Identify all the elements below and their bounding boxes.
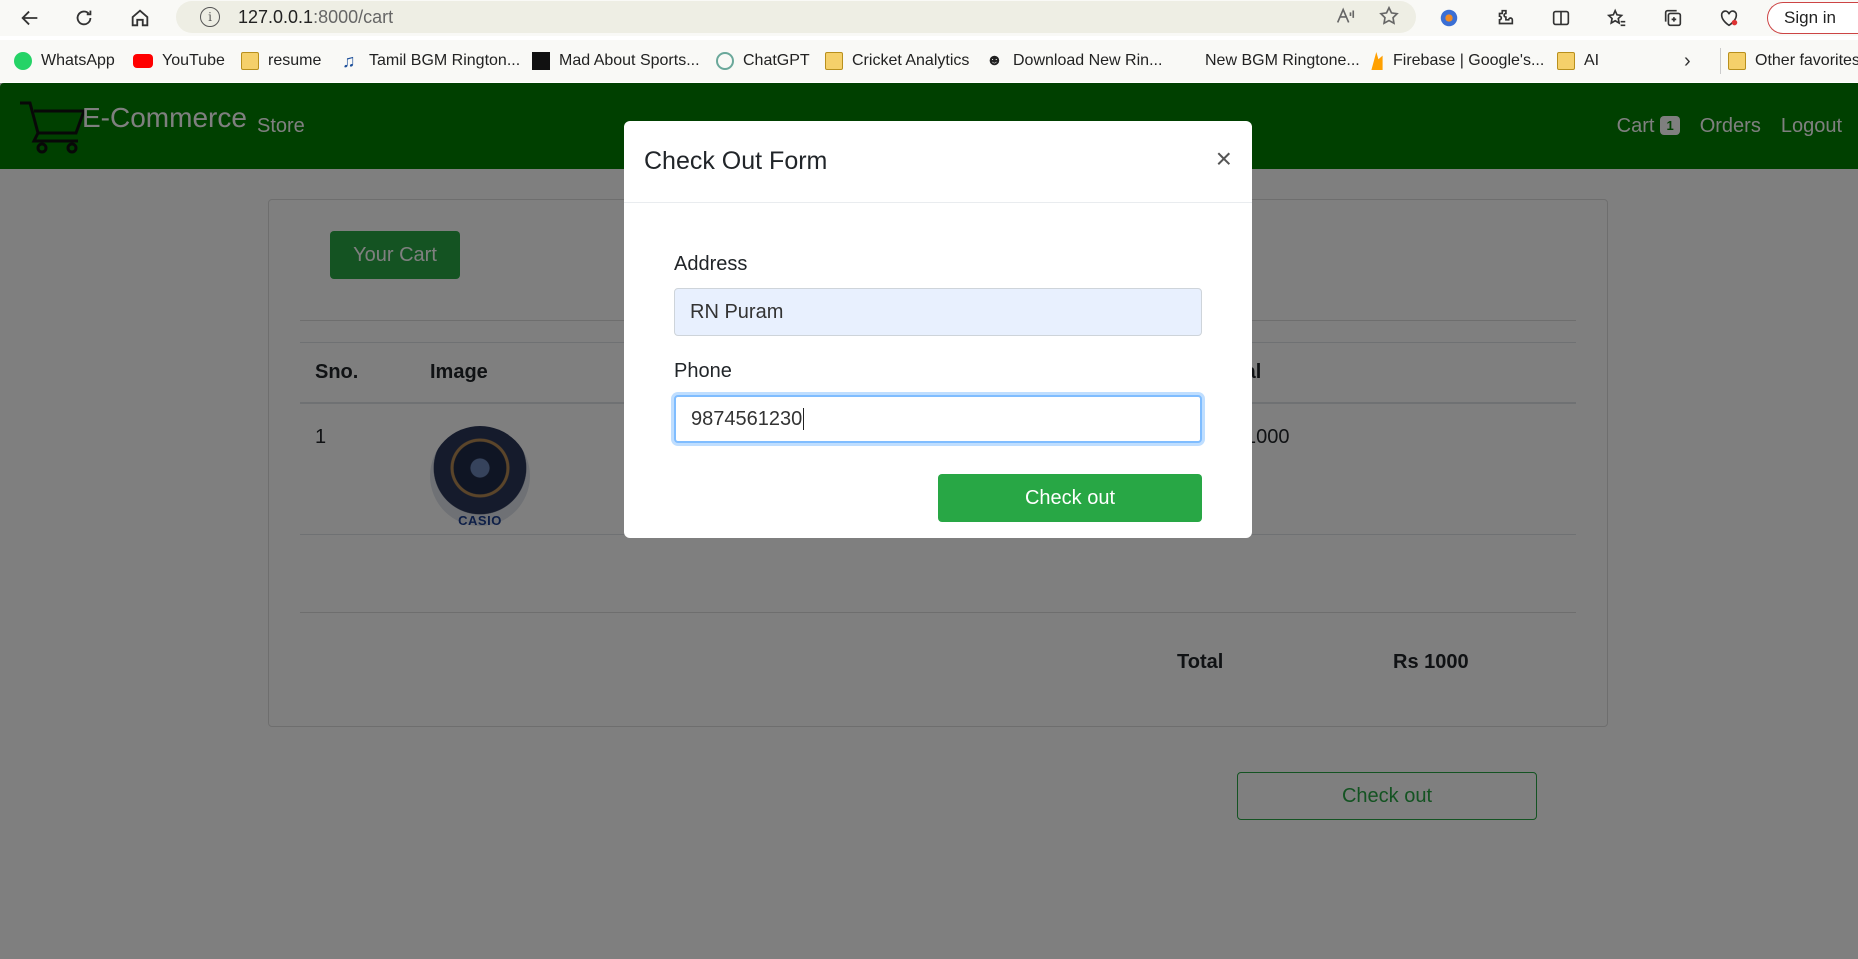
chatgpt-icon — [716, 52, 734, 70]
split-screen-icon[interactable] — [1542, 2, 1580, 34]
home-icon[interactable] — [120, 1, 160, 35]
modal-title: Check Out Form — [644, 147, 828, 175]
bookmark-cricket-analytics[interactable]: Cricket Analytics — [825, 46, 969, 76]
bookmark-new-bgm[interactable]: New BGM Ringtone... — [1178, 46, 1360, 76]
back-icon[interactable] — [10, 1, 50, 35]
browser-toolbar: i 127.0.0.1:8000/cart Sign in — [0, 0, 1858, 36]
extension-badge-icon[interactable] — [1430, 2, 1468, 34]
collections-icon[interactable] — [1654, 2, 1692, 34]
site-info-icon[interactable]: i — [200, 7, 220, 27]
url-host: 127.0.0.1 — [238, 6, 314, 27]
bookmark-youtube[interactable]: YouTube — [133, 46, 225, 76]
folder-icon — [1557, 52, 1575, 70]
address-field[interactable]: RN Puram — [674, 288, 1202, 336]
folder-icon — [825, 52, 843, 70]
music-note-icon: ♫ — [342, 51, 356, 71]
modal-body: Address RN Puram Phone 9874561230 — [624, 203, 1252, 443]
extensions-puzzle-icon[interactable] — [1486, 2, 1524, 34]
checkout-modal: Check Out Form × Address RN Puram Phone … — [624, 121, 1252, 538]
bookmark-other-favorites[interactable]: Other favorites — [1728, 46, 1858, 76]
text-caret — [803, 408, 805, 430]
phone-label: Phone — [674, 360, 732, 382]
bookmarks-bar: WhatsApp YouTube resume ♫ Tamil BGM Ringt… — [0, 40, 1858, 82]
address-label: Address — [674, 253, 748, 275]
favorites-list-icon[interactable] — [1598, 2, 1636, 34]
modal-header: Check Out Form — [624, 121, 1252, 203]
phone-field[interactable]: 9874561230 — [674, 395, 1202, 443]
bookmark-ai[interactable]: AI — [1557, 46, 1599, 76]
web-page: E-Commerce Store Cart1 Orders Logout You… — [0, 83, 1858, 959]
browser-essentials-icon[interactable] — [1710, 2, 1748, 34]
blank-page-icon — [1178, 52, 1196, 70]
folder-icon — [241, 52, 259, 70]
folder-icon — [1728, 52, 1746, 70]
sign-in-button[interactable]: Sign in — [1767, 2, 1858, 34]
bookmark-resume[interactable]: resume — [241, 46, 321, 76]
bookmark-tamil-bgm[interactable]: ♫ Tamil BGM Rington... — [342, 46, 520, 76]
bookmark-download-new-rin[interactable]: ☻ Download New Rin... — [986, 46, 1162, 76]
bookmark-firebase[interactable]: Firebase | Google's... — [1370, 46, 1544, 76]
close-icon[interactable]: × — [1216, 145, 1232, 173]
checkout-submit-button[interactable]: Check out — [938, 474, 1202, 522]
chevron-right-icon[interactable]: › — [1684, 50, 1691, 73]
address-bar[interactable]: i 127.0.0.1:8000/cart — [176, 1, 1416, 33]
bookmark-chatgpt[interactable]: ChatGPT — [716, 46, 810, 76]
sports-site-icon — [532, 52, 550, 70]
youtube-icon — [133, 54, 153, 68]
url-path: :8000/cart — [313, 6, 394, 27]
whatsapp-icon — [14, 52, 32, 70]
phone-value: 9874561230 — [691, 407, 803, 430]
read-aloud-icon[interactable] — [1334, 5, 1356, 32]
address-value: RN Puram — [690, 300, 784, 323]
favorite-star-icon[interactable] — [1378, 5, 1400, 32]
bookmarks-divider — [1720, 48, 1721, 74]
ringtone-site-icon: ☻ — [986, 52, 1003, 69]
firebase-icon — [1371, 52, 1383, 70]
reload-icon[interactable] — [64, 1, 104, 35]
bookmark-mad-about-sports[interactable]: Mad About Sports... — [532, 46, 700, 76]
bookmark-whatsapp[interactable]: WhatsApp — [14, 46, 115, 76]
